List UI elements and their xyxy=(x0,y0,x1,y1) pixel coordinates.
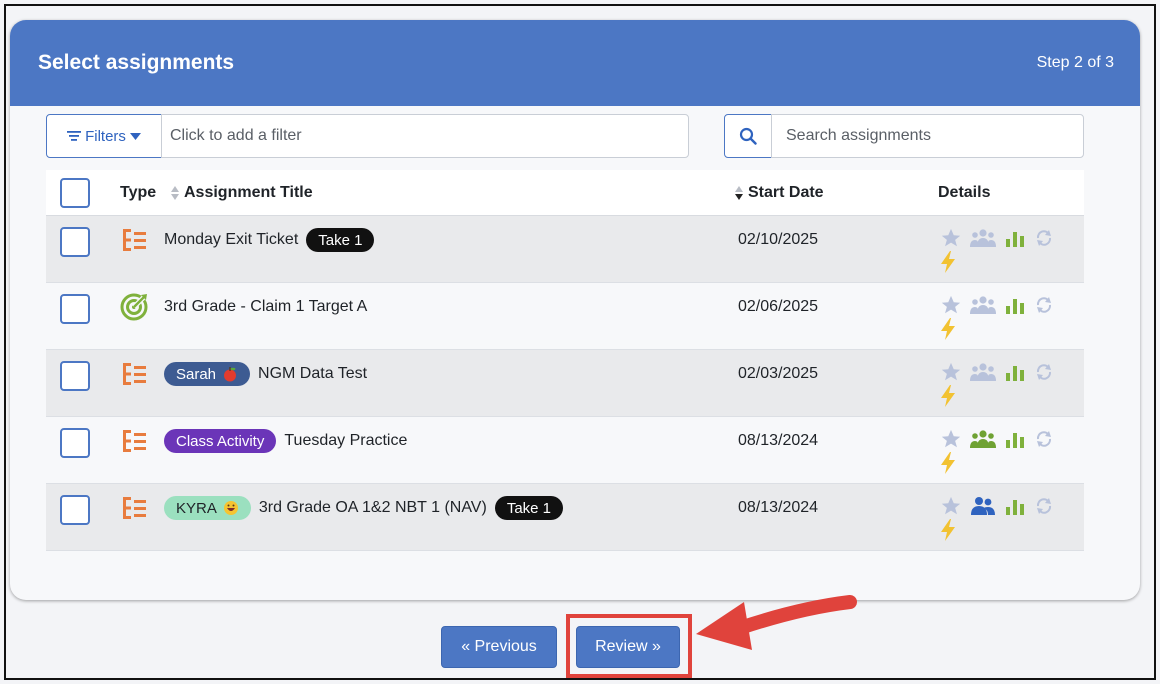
apple-icon xyxy=(224,367,237,382)
star-icon[interactable] xyxy=(940,227,962,249)
details-icons xyxy=(940,494,1060,542)
row-checkbox[interactable] xyxy=(60,294,90,324)
previous-button[interactable]: « Previous xyxy=(441,626,557,668)
people-icon[interactable] xyxy=(970,361,996,383)
start-date: 02/06/2025 xyxy=(738,298,819,315)
lightning-icon[interactable] xyxy=(940,385,956,407)
sync-icon[interactable] xyxy=(1034,496,1054,516)
start-date-header-label: Start Date xyxy=(748,184,824,201)
list-icon xyxy=(123,497,146,519)
sync-icon[interactable] xyxy=(1034,362,1054,382)
sync-icon[interactable] xyxy=(1034,429,1054,449)
target-icon xyxy=(120,293,148,321)
type-column-header: Type xyxy=(120,170,156,216)
type-header-label: Type xyxy=(120,184,157,201)
search-button[interactable] xyxy=(724,114,772,158)
list-icon xyxy=(123,229,146,251)
start-date: 02/10/2025 xyxy=(738,231,819,248)
class-activity-badge: Class Activity xyxy=(164,429,277,453)
badge-label: KYRA xyxy=(176,499,217,517)
sync-icon[interactable] xyxy=(1034,228,1054,248)
details-icons xyxy=(940,226,1060,274)
start-date: 08/13/2024 xyxy=(738,432,819,449)
student-badge: Sarah xyxy=(164,362,251,386)
people-icon[interactable] xyxy=(970,428,996,450)
row-checkbox[interactable] xyxy=(60,361,90,391)
bar-chart-icon[interactable] xyxy=(1004,294,1026,316)
filters-label: Filters xyxy=(85,127,126,145)
people-icon[interactable] xyxy=(970,294,996,316)
table-row[interactable]: Sarah NGM Data Test 02/03/2025 xyxy=(46,350,1084,417)
take-badge: Take 1 xyxy=(494,496,564,520)
title-column-header[interactable]: Assignment Title xyxy=(170,170,313,216)
assignment-title: Class Activity Tuesday Practice xyxy=(164,427,407,455)
star-icon[interactable] xyxy=(940,428,962,450)
title-text: Monday Exit Ticket xyxy=(164,231,299,248)
assignment-title: 3rd Grade - Claim 1 Target A xyxy=(164,293,367,321)
laughing-face-icon xyxy=(223,501,238,515)
star-icon[interactable] xyxy=(940,361,962,383)
start-date: 08/13/2024 xyxy=(738,499,819,516)
filter-lines-icon xyxy=(67,131,82,141)
filters-button[interactable]: Filters xyxy=(46,114,162,158)
assignments-table: Type Assignment Title Start Date Details… xyxy=(46,170,1084,551)
take-badge: Take 1 xyxy=(306,228,375,252)
details-column-header: Details xyxy=(938,170,990,216)
lightning-icon[interactable] xyxy=(940,452,956,474)
table-row[interactable]: Class Activity Tuesday Practice 08/13/20… xyxy=(46,417,1084,484)
caret-down-icon xyxy=(129,132,141,140)
search-input[interactable] xyxy=(771,114,1084,158)
select-all-checkbox[interactable] xyxy=(60,178,90,208)
filter-row: Filters xyxy=(46,114,1084,160)
lightning-icon[interactable] xyxy=(940,519,956,541)
details-header-label: Details xyxy=(938,184,991,201)
assignment-title: Sarah NGM Data Test xyxy=(164,360,367,388)
list-icon xyxy=(123,363,146,385)
row-checkbox[interactable] xyxy=(60,227,90,257)
bar-chart-icon[interactable] xyxy=(1004,428,1026,450)
table-header: Type Assignment Title Start Date Details xyxy=(46,170,1084,216)
table-row[interactable]: 3rd Grade - Claim 1 Target A 02/06/2025 xyxy=(46,283,1084,350)
people-icon[interactable] xyxy=(970,495,996,517)
sync-icon[interactable] xyxy=(1034,295,1054,315)
review-highlight-box xyxy=(566,614,692,678)
assignment-title: KYRA 3rd Grade OA 1&2 NBT 1 (NAV) Take 1 xyxy=(164,494,564,522)
title-header-label: Assignment Title xyxy=(184,184,313,201)
student-badge: KYRA xyxy=(164,496,251,520)
assignment-title: Monday Exit Ticket Take 1 xyxy=(164,226,375,254)
lightning-icon[interactable] xyxy=(940,318,956,340)
details-icons xyxy=(940,293,1060,341)
table-row[interactable]: Monday Exit Ticket Take 1 02/10/2025 xyxy=(46,216,1084,283)
star-icon[interactable] xyxy=(940,495,962,517)
red-arrow-annotation xyxy=(696,595,857,650)
start-date: 02/03/2025 xyxy=(738,365,819,382)
title-text: 3rd Grade OA 1&2 NBT 1 (NAV) xyxy=(258,499,487,516)
bar-chart-icon[interactable] xyxy=(1004,227,1026,249)
row-checkbox[interactable] xyxy=(60,495,90,525)
bar-chart-icon[interactable] xyxy=(1004,495,1026,517)
sort-icon xyxy=(170,185,180,201)
sort-desc-icon xyxy=(734,185,744,201)
start-date-column-header[interactable]: Start Date xyxy=(734,170,824,216)
bar-chart-icon[interactable] xyxy=(1004,361,1026,383)
badge-label: Sarah xyxy=(176,365,217,383)
details-icons xyxy=(940,427,1060,475)
row-checkbox[interactable] xyxy=(60,428,90,458)
details-icons xyxy=(940,360,1060,408)
list-icon xyxy=(123,430,146,452)
title-text: Tuesday Practice xyxy=(284,432,408,449)
filter-input[interactable] xyxy=(161,114,689,158)
people-icon[interactable] xyxy=(970,227,996,249)
table-row[interactable]: KYRA 3rd Grade OA 1&2 NBT 1 (NAV) Take 1… xyxy=(46,484,1084,551)
card-header: Select assignments Step 2 of 3 xyxy=(10,20,1140,106)
title-text: NGM Data Test xyxy=(258,365,368,382)
search-icon xyxy=(739,127,757,145)
page-title: Select assignments xyxy=(38,51,235,74)
step-indicator: Step 2 of 3 xyxy=(1036,54,1114,71)
title-text: 3rd Grade - Claim 1 Target A xyxy=(164,298,368,315)
star-icon[interactable] xyxy=(940,294,962,316)
lightning-icon[interactable] xyxy=(940,251,956,273)
